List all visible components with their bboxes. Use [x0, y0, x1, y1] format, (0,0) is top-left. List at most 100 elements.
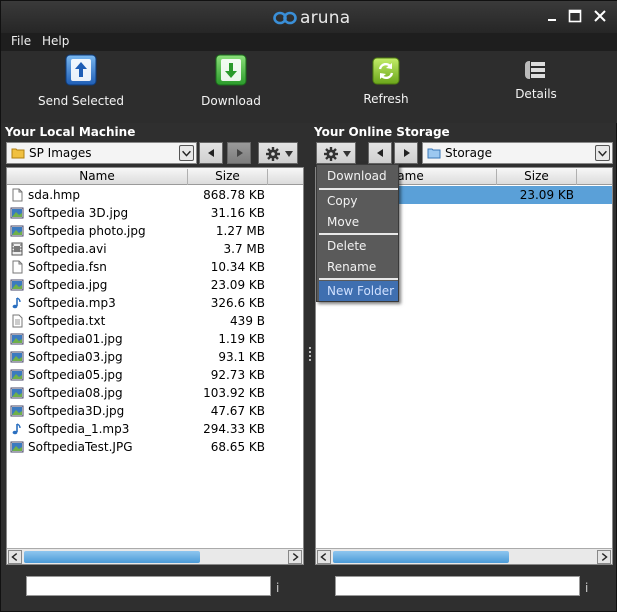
arrow-left-icon [377, 149, 383, 157]
scroll-left-icon[interactable] [317, 550, 331, 564]
panel-splitter[interactable] [306, 141, 314, 569]
download-label: Download [201, 94, 261, 108]
app-logo: aruna [273, 8, 350, 28]
arrow-left-icon [208, 149, 214, 157]
local-back-button[interactable] [199, 142, 223, 164]
arrow-right-icon [237, 149, 243, 157]
local-horizontal-scrollbar[interactable] [7, 548, 303, 564]
scroll-right-icon[interactable] [597, 550, 611, 564]
local-info-indicator[interactable]: i [276, 581, 279, 595]
local-file-size: 31.16 KB [210, 206, 265, 220]
image-icon [10, 279, 24, 291]
local-file-size: 3.7 MB [223, 242, 265, 256]
image-icon [10, 333, 24, 345]
local-col-size[interactable]: Size [188, 169, 268, 185]
gear-icon [324, 147, 338, 161]
local-file-row[interactable]: Softpedia.txt 439 B [7, 312, 303, 330]
local-file-name: sda.hmp [28, 188, 80, 202]
local-file-row[interactable]: Softpedia08.jpg 103.92 KB [7, 384, 303, 402]
local-file-row[interactable]: Softpedia05.jpg 92.73 KB [7, 366, 303, 384]
local-file-row[interactable]: Softpedia01.jpg 1.19 KB [7, 330, 303, 348]
online-scroll-thumb[interactable] [333, 551, 509, 563]
online-col-size[interactable]: Size [497, 169, 577, 185]
send-selected-label: Send Selected [37, 94, 125, 108]
refresh-button[interactable]: Refresh [346, 51, 426, 111]
ctx-separator [319, 188, 398, 190]
local-file-name: Softpedia3D.jpg [28, 404, 125, 418]
local-scroll-thumb[interactable] [24, 551, 200, 563]
title-bar[interactable]: aruna [1, 1, 617, 33]
local-list-header: Name Size [7, 168, 303, 185]
local-file-row[interactable]: sda.hmp 868.78 KB [7, 186, 303, 204]
menu-file[interactable]: File [11, 34, 31, 48]
local-file-name: SoftpediaTest.JPG [28, 440, 133, 454]
storage-folder-icon [427, 148, 441, 159]
ctx-move[interactable]: Move [319, 212, 398, 232]
audio-icon [11, 297, 23, 309]
local-file-row[interactable]: Softpedia.jpg 23.09 KB [7, 276, 303, 294]
ctx-separator [319, 278, 398, 280]
local-file-size: 68.65 KB [210, 440, 265, 454]
local-file-name: Softpedia_1.mp3 [28, 422, 130, 436]
download-button[interactable]: Download [191, 51, 271, 111]
local-file-row[interactable]: Softpedia03.jpg 93.1 KB [7, 348, 303, 366]
ctx-rename[interactable]: Rename [319, 257, 398, 277]
file-icon [12, 260, 23, 274]
local-file-row[interactable]: Softpedia_1.mp3 294.33 KB [7, 420, 303, 438]
menu-help[interactable]: Help [42, 34, 69, 48]
file-icon [12, 188, 23, 202]
local-forward-button[interactable] [227, 142, 251, 164]
local-file-size: 92.73 KB [210, 368, 265, 382]
online-back-button[interactable] [368, 142, 392, 164]
local-file-row[interactable]: Softpedia photo.jpg 1.27 MB [7, 222, 303, 240]
local-file-list[interactable]: Name Size sda.hmp 868.78 KB Softpedia 3D.j… [6, 167, 304, 565]
local-file-name: Softpedia.txt [28, 314, 106, 328]
local-file-size: 439 B [230, 314, 265, 328]
context-menu: Download Copy Move Delete Rename New Fol… [316, 164, 399, 302]
local-file-name: Softpedia 3D.jpg [28, 206, 129, 220]
local-file-row[interactable]: SoftpediaTest.JPG 68.65 KB [7, 438, 303, 456]
minimize-button[interactable] [546, 9, 560, 23]
image-icon [10, 387, 24, 399]
online-folder-select[interactable]: Storage [422, 142, 613, 164]
close-button[interactable] [593, 9, 607, 23]
details-label: Details [515, 87, 557, 101]
online-horizontal-scrollbar[interactable] [316, 548, 612, 564]
local-file-size: 294.33 KB [203, 422, 265, 436]
app-title: aruna [300, 8, 351, 28]
chevron-down-icon[interactable] [595, 145, 610, 161]
local-col-name[interactable]: Name [7, 169, 188, 185]
local-file-name: Softpedia.jpg [28, 278, 108, 292]
app-window: aruna File Help Send Selected Download R… [0, 0, 617, 612]
local-file-row[interactable]: Softpedia3D.jpg 47.67 KB [7, 402, 303, 420]
send-selected-button[interactable]: Send Selected [37, 51, 125, 111]
online-info-indicator[interactable]: i [585, 581, 588, 595]
scroll-right-icon[interactable] [288, 550, 302, 564]
local-file-name: Softpedia photo.jpg [28, 224, 146, 238]
refresh-label: Refresh [363, 92, 409, 106]
local-file-row[interactable]: Softpedia 3D.jpg 31.16 KB [7, 204, 303, 222]
gear-icon [266, 147, 280, 161]
upload-icon [65, 54, 97, 86]
chevron-down-icon[interactable] [179, 145, 194, 161]
local-file-row[interactable]: Softpedia.mp3 326.6 KB [7, 294, 303, 312]
scroll-left-icon[interactable] [8, 550, 22, 564]
maximize-button[interactable] [568, 9, 582, 23]
ctx-copy[interactable]: Copy [319, 191, 398, 211]
local-options-button[interactable] [258, 142, 298, 164]
audio-icon [11, 423, 23, 435]
download-icon [215, 54, 247, 86]
details-button[interactable]: Details [496, 51, 576, 111]
online-options-button[interactable] [316, 142, 356, 164]
local-folder-select[interactable]: SP Images [6, 142, 197, 164]
ctx-new-folder[interactable]: New Folder [319, 281, 398, 301]
local-file-name: Softpedia05.jpg [28, 368, 123, 382]
local-file-size: 1.27 MB [215, 224, 265, 238]
local-file-row[interactable]: Softpedia.fsn 10.34 KB [7, 258, 303, 276]
ctx-download[interactable]: Download [319, 166, 398, 186]
local-file-row[interactable]: Softpedia.avi 3.7 MB [7, 240, 303, 258]
online-status-bar [335, 576, 580, 596]
online-forward-button[interactable] [394, 142, 418, 164]
refresh-icon [372, 57, 400, 85]
ctx-delete[interactable]: Delete [319, 236, 398, 256]
